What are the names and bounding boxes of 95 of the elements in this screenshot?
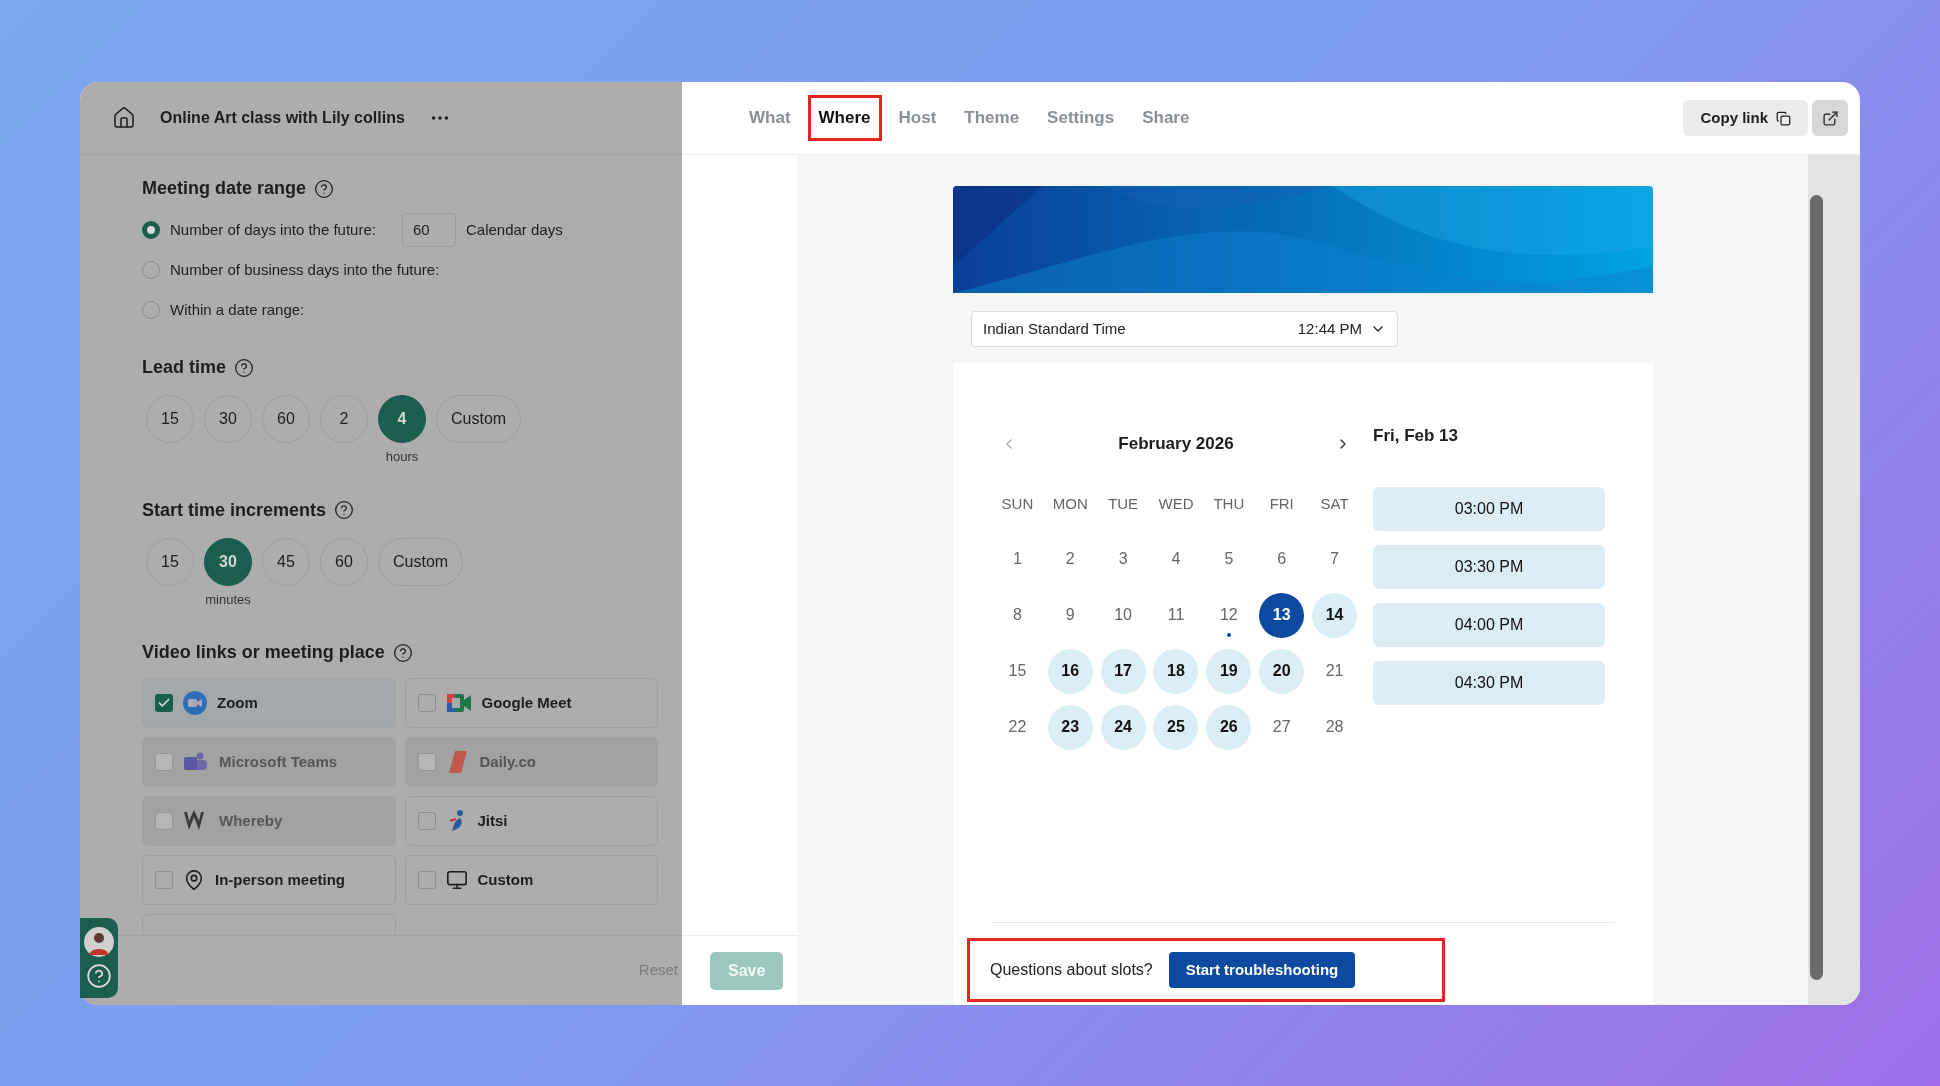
time-slot[interactable]: 03:30 PM [1373,544,1605,589]
weekday-label: TUE [1107,493,1140,514]
checkbox[interactable] [417,694,436,712]
meeting-option[interactable]: In-person meeting [142,855,396,905]
time-slot[interactable]: 04:30 PM [1373,660,1605,705]
option-label: Whereby [219,810,283,831]
scrollbar-thumb[interactable] [1810,195,1823,980]
pin-icon [183,869,205,891]
slots-question: Questions about slots? [990,960,1153,980]
nav-tab[interactable]: Where [807,95,882,141]
calendar-day[interactable]: 1 [994,536,1040,582]
help-icon[interactable] [234,357,255,378]
section-heading: Lead time [142,356,227,379]
weekday-label: SUN [1000,493,1035,514]
check-icon [157,696,171,710]
option-label: In-person meeting [215,869,345,890]
calendar-day[interactable]: 15 [994,648,1040,694]
home-icon[interactable] [112,106,136,130]
month-title: February 2026 [1118,433,1234,455]
calendar-day[interactable]: 8 [994,592,1040,638]
calendar-day[interactable]: 7 [1312,536,1358,582]
calendar-day[interactable]: 24 [1100,704,1146,750]
option-label: Google Meet [481,692,572,713]
calendar-day[interactable]: 14 [1312,592,1358,638]
copy-link-button[interactable]: Copy link [1683,100,1808,136]
time-slot[interactable]: 03:00 PM [1373,486,1605,531]
radio-label: Number of business days into the future: [170,259,440,280]
section-heading: Meeting date range [142,177,307,200]
calendar-day[interactable]: 16 [1047,648,1093,694]
radio-button[interactable] [142,221,160,239]
calendar-day[interactable]: 3 [1100,536,1146,582]
calendar-day[interactable]: 13 [1259,592,1305,638]
option-chip[interactable]: 4 [378,395,426,443]
video-camera-icon [183,691,207,715]
weekday-label: FRI [1268,493,1295,514]
help-icon[interactable] [314,178,335,199]
section-heading: Start time increments [142,498,327,522]
timezone-dropdown[interactable]: Indian Standard Time 12:44 PM [971,311,1398,347]
avatar-icon[interactable] [84,927,114,957]
option-label: Custom [477,869,534,890]
section-heading: Video links or meeting place [142,641,385,664]
calendar-day[interactable]: 20 [1259,648,1305,694]
calendar-day[interactable]: 10 [1100,592,1146,638]
calendar-day[interactable]: 5 [1206,536,1252,582]
video-camera-icon [445,692,472,714]
days-unit: Calendar days [465,219,563,240]
unit-label: minutes [205,590,251,609]
meeting-option[interactable]: Custom [404,855,658,905]
calendar-day[interactable]: 12 [1206,592,1252,638]
help-icon[interactable] [392,642,413,663]
calendar-day[interactable]: 6 [1259,536,1305,582]
weekday-label: SAT [1319,493,1350,514]
days-field[interactable]: 60 [401,213,456,247]
monitor-icon [445,869,468,891]
radio-label: Within a date range: [170,299,305,320]
troubleshooting-button[interactable]: Start troubleshooting [1168,952,1356,988]
calendar-day[interactable]: 27 [1259,704,1305,750]
option-label: Microsoft Teams [219,751,338,772]
calendar-day[interactable]: 4 [1153,536,1199,582]
checkbox[interactable] [155,694,173,712]
weekday-label: MON [1051,493,1089,514]
people-icon [183,751,209,773]
event-title: Online Art class with Lily collins [160,108,405,128]
calendar-day[interactable]: 23 [1047,704,1093,750]
calendar-day[interactable]: 17 [1100,648,1146,694]
weekday-label: WED [1157,493,1195,514]
option-label: Daily.co [479,751,536,772]
weekday-label: THU [1212,493,1246,514]
calendar-day[interactable]: 18 [1153,648,1199,694]
external-link-icon [1821,109,1839,127]
checkbox[interactable] [155,871,173,889]
checkbox[interactable] [417,871,436,889]
help-icon[interactable] [334,500,355,520]
meeting-option[interactable]: Zoom [142,678,396,728]
calendar-day[interactable]: 26 [1206,704,1252,750]
option-label: Jitsi [477,810,508,831]
calendar-day[interactable]: 25 [1153,704,1199,750]
calendar-day[interactable]: 21 [1312,648,1358,694]
calendar-day[interactable]: 11 [1153,592,1199,638]
unit-label: hours [385,448,419,466]
option-chip[interactable]: 30 [204,537,252,586]
copy-icon [1776,110,1791,126]
calendar-day[interactable]: 22 [994,704,1040,750]
calendar-day[interactable]: 19 [1206,648,1252,694]
calendar-day[interactable]: 2 [1047,536,1093,582]
option-label: Zoom [217,692,258,713]
meeting-option[interactable]: Jitsi [404,796,658,846]
meeting-option[interactable]: Google Meet [404,678,658,728]
checkbox[interactable] [417,812,436,830]
calendar-day[interactable]: 9 [1047,592,1093,638]
open-external-button[interactable] [1812,100,1848,136]
selected-date: Fri, Feb 13 [1373,425,1460,447]
radio-label: Number of days into the future: [170,219,376,240]
calendar-day[interactable]: 28 [1312,704,1358,750]
time-slot[interactable]: 04:00 PM [1373,602,1605,647]
